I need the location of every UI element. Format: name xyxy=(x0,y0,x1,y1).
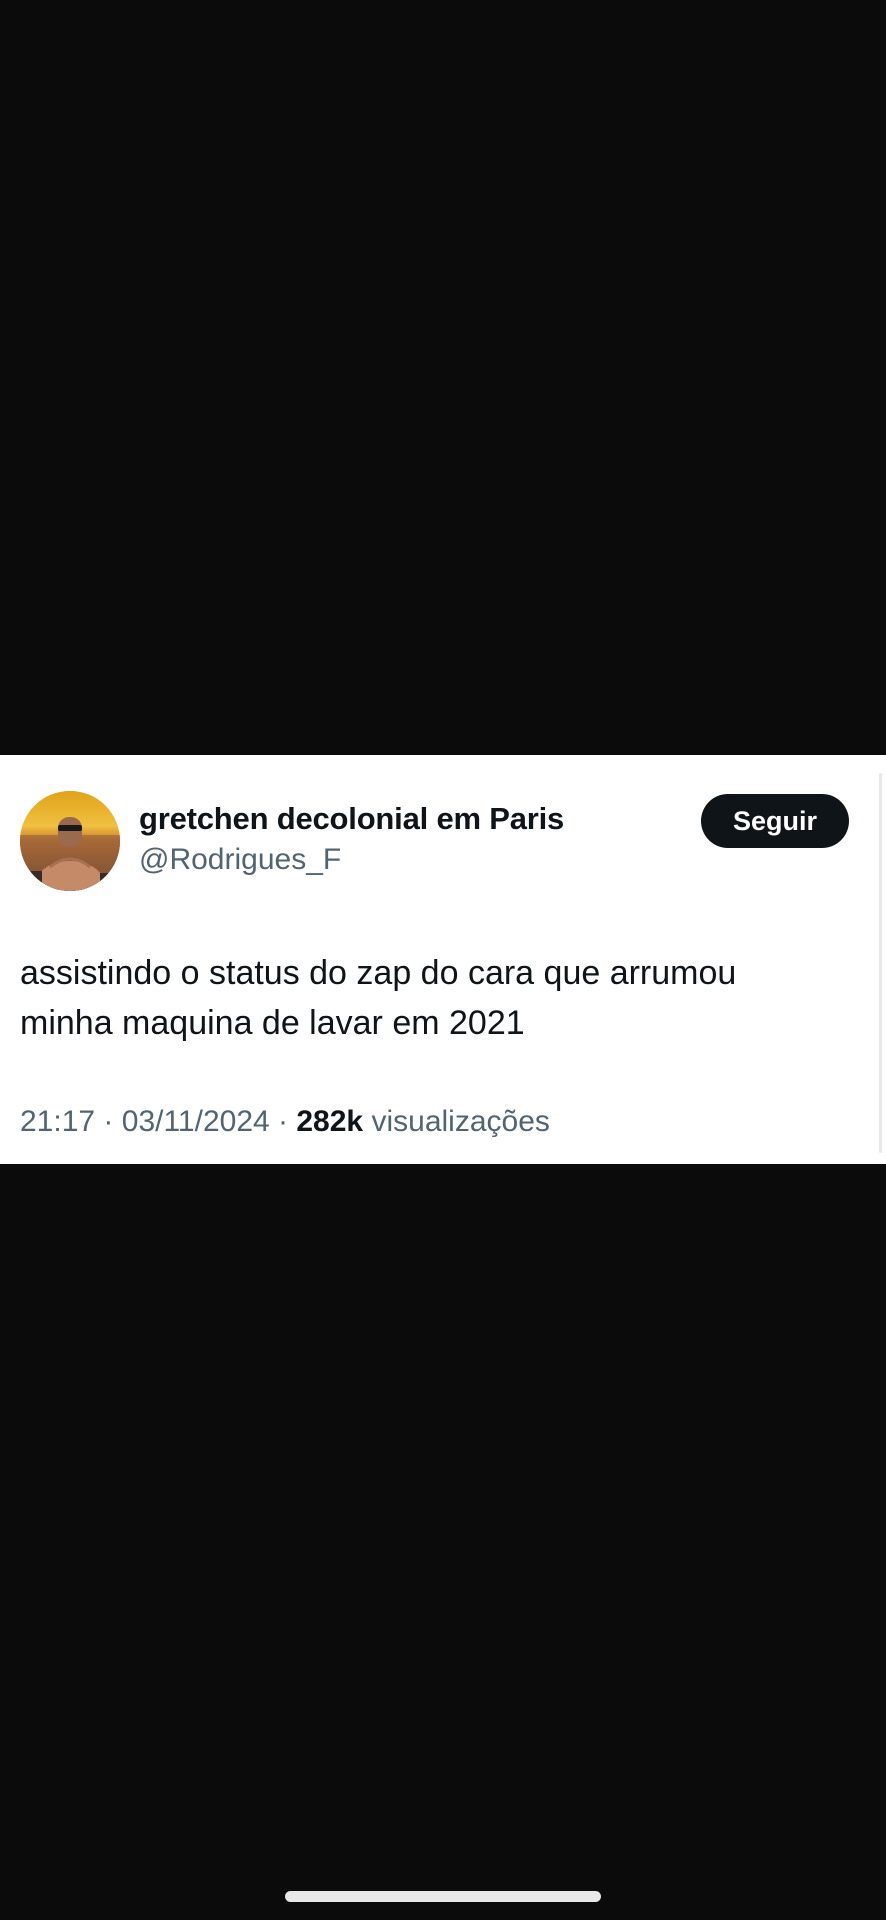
follow-button[interactable]: Seguir xyxy=(701,794,849,848)
tweet-time[interactable]: 21:17 xyxy=(20,1105,95,1138)
tweet-text: assistindo o status do zap do cara que a… xyxy=(20,948,860,1048)
tweet-card[interactable]: gretchen decolonial em Paris @Rodrigues_… xyxy=(0,755,886,1164)
scrollbar xyxy=(879,773,882,1153)
avatar[interactable] xyxy=(20,791,120,891)
display-name[interactable]: gretchen decolonial em Paris xyxy=(139,801,564,837)
tweet-text-line: minha maquina de lavar em 2021 xyxy=(20,1004,525,1042)
views-label: visualizações xyxy=(371,1105,550,1138)
avatar-image xyxy=(20,791,120,891)
views-count[interactable]: 282k xyxy=(296,1105,363,1138)
screen: gretchen decolonial em Paris @Rodrigues_… xyxy=(0,0,886,1920)
meta-separator: · xyxy=(103,1105,114,1138)
tweet-text-line: assistindo o status do zap do cara que a… xyxy=(20,954,737,992)
home-indicator[interactable] xyxy=(285,1891,601,1902)
tweet-date[interactable]: 03/11/2024 xyxy=(122,1105,270,1138)
tweet-meta: 21:17 · 03/11/2024 · 282k visualizações xyxy=(20,1105,550,1139)
meta-separator: · xyxy=(278,1105,289,1138)
user-handle[interactable]: @Rodrigues_F xyxy=(139,843,341,877)
